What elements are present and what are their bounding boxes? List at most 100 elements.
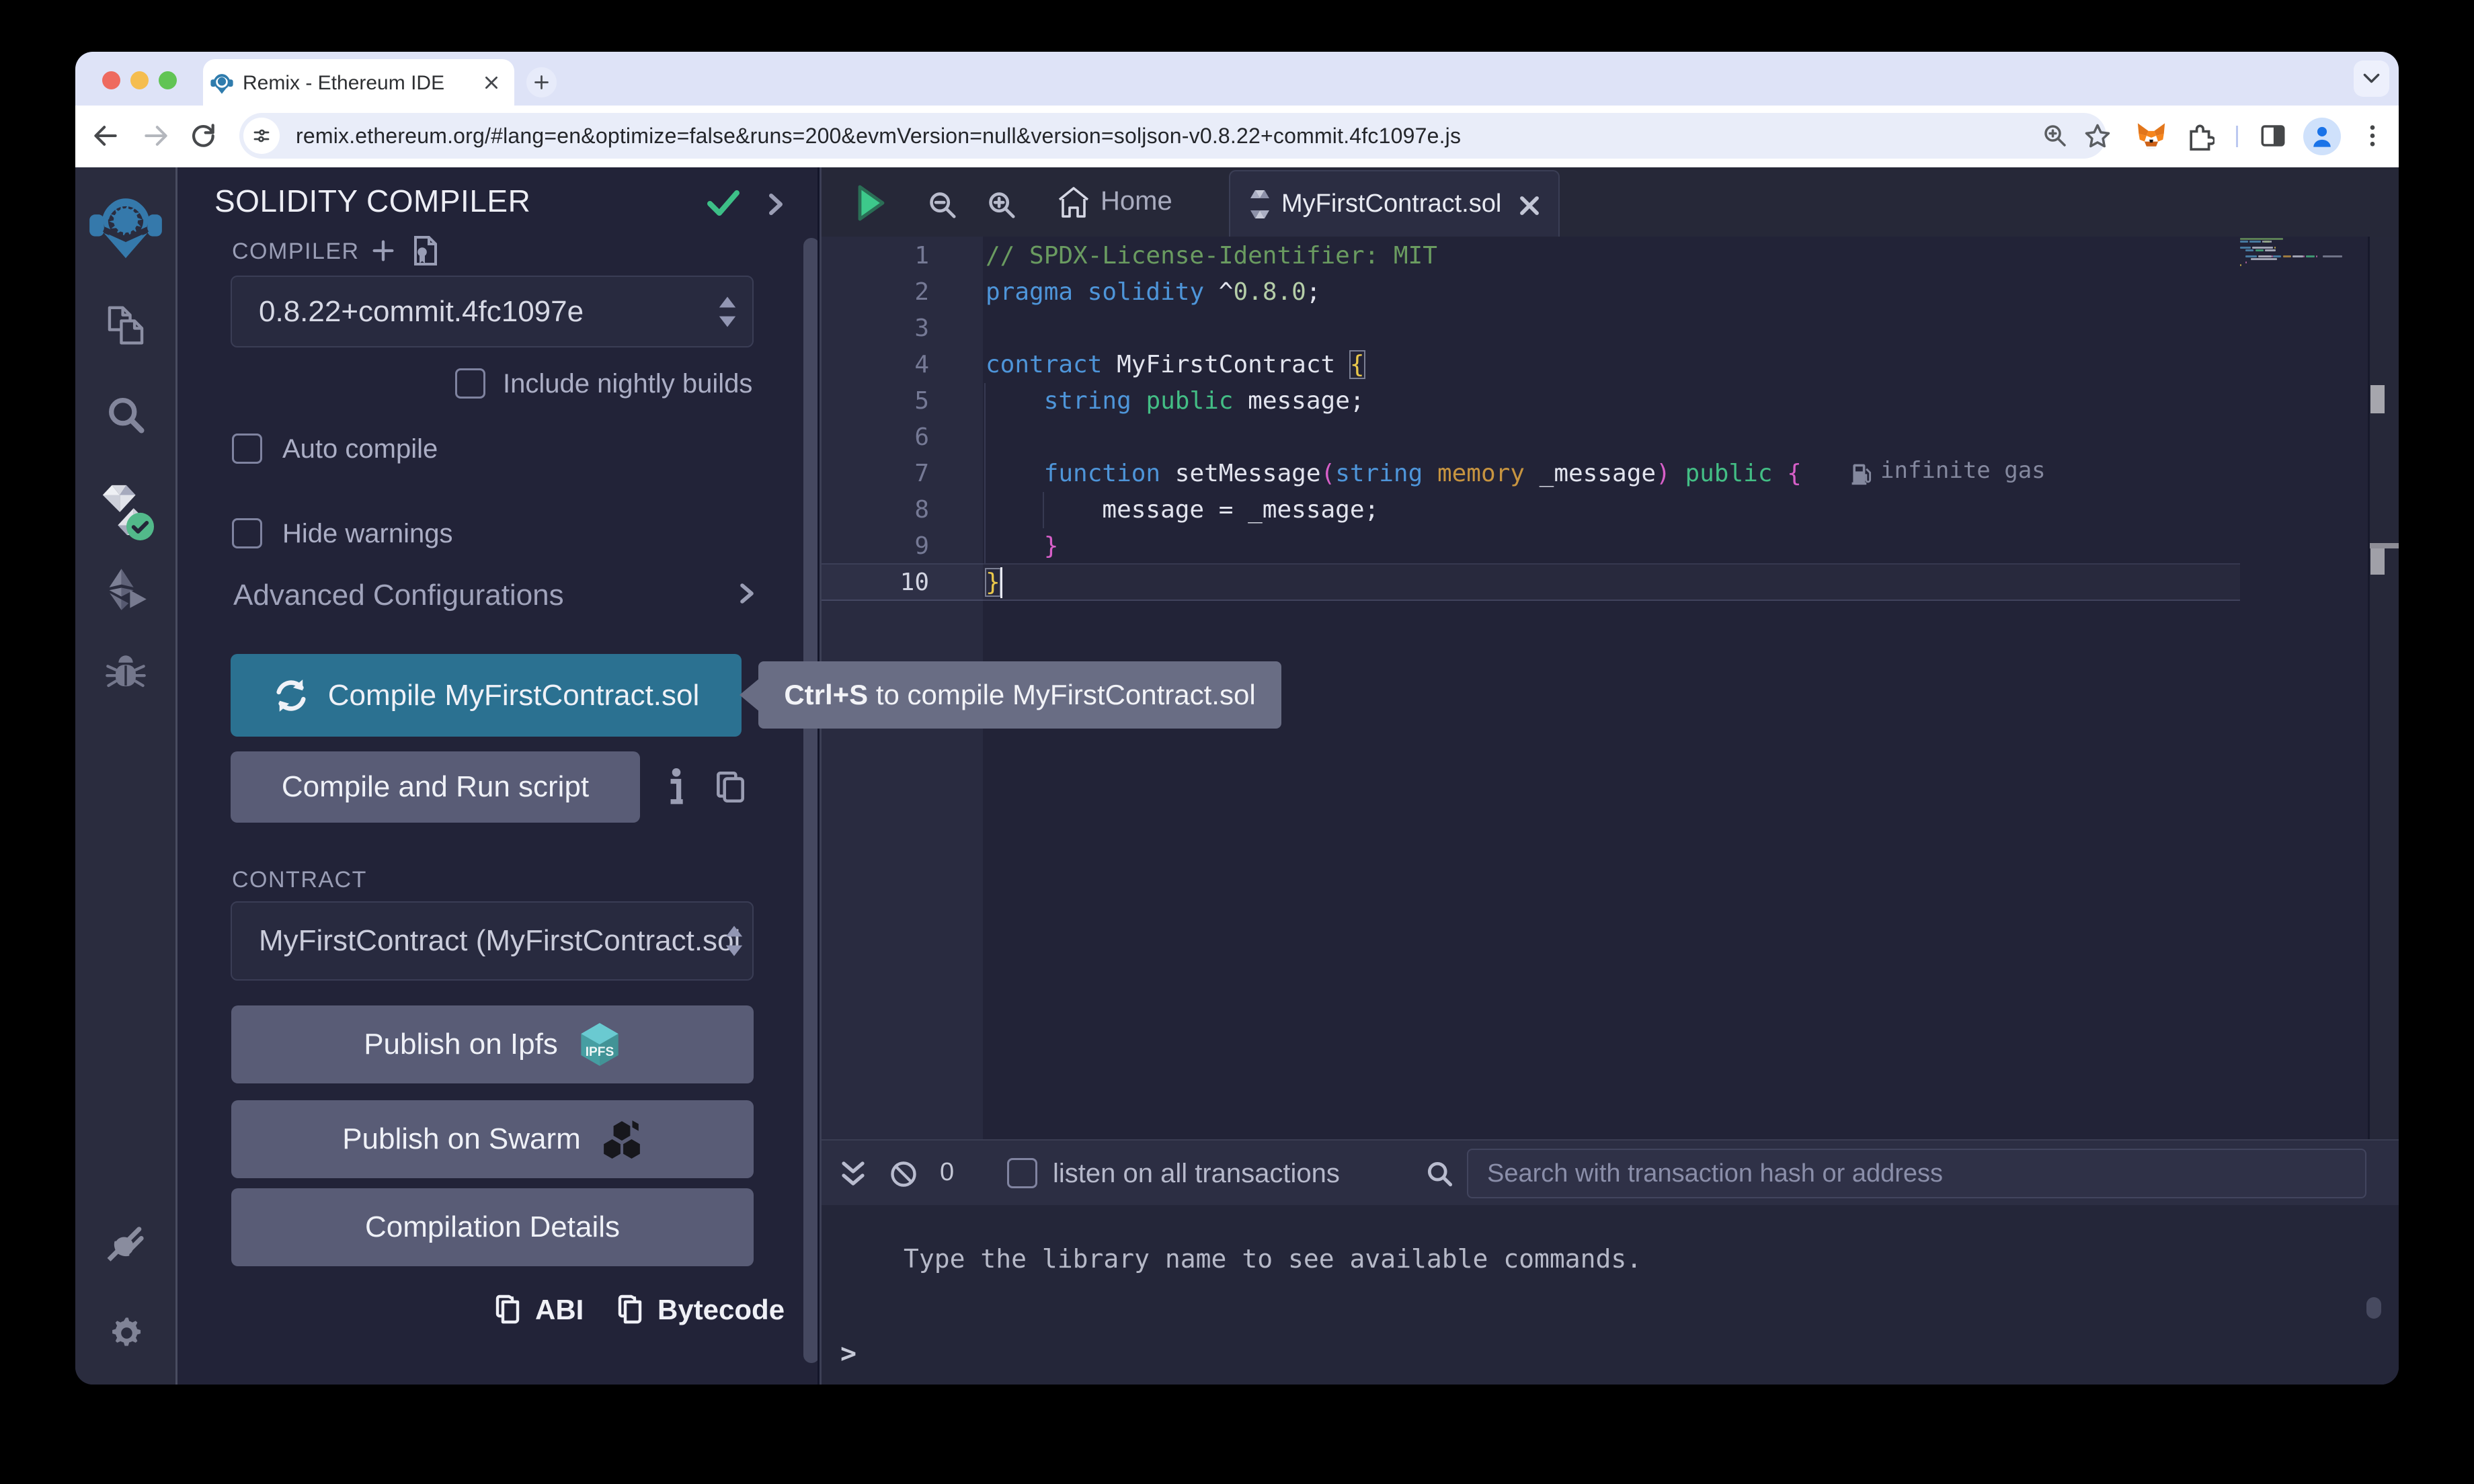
bookmark-star-icon[interactable] — [2083, 121, 2112, 151]
copy-script-icon[interactable] — [713, 769, 747, 805]
code-line-10[interactable]: 10} — [822, 565, 2368, 601]
code-line-5[interactable]: 5 string public message; — [822, 383, 2368, 419]
extensions-puzzle-icon[interactable] — [2185, 121, 2214, 151]
minimap[interactable] — [2240, 237, 2365, 438]
browser-window: Remix - Ethereum IDE — [75, 52, 2399, 1385]
copy-abi-icon[interactable] — [492, 1292, 523, 1327]
sidebar-item-solidity-compiler[interactable] — [75, 481, 175, 541]
side-panel-icon[interactable] — [2259, 122, 2287, 150]
sidebar-item-settings[interactable] — [75, 1311, 175, 1353]
listen-transactions-label: listen on all transactions — [1053, 1159, 1340, 1189]
traffic-light-close[interactable] — [102, 71, 120, 89]
compile-success-check-icon — [706, 188, 741, 218]
publish-swarm-button[interactable]: Publish on Swarm — [231, 1100, 754, 1178]
code-line-2[interactable]: 2pragma solidity ^0.8.0; — [822, 274, 2368, 311]
browser-tab-title: Remix - Ethereum IDE — [243, 72, 444, 95]
back-icon[interactable] — [91, 121, 120, 151]
terminal-scrollbar[interactable] — [2366, 1297, 2381, 1319]
code-line-6[interactable]: 6 — [822, 419, 2368, 456]
advanced-chevron-icon[interactable] — [739, 583, 755, 604]
zoom-in-icon[interactable] — [986, 190, 1017, 220]
profile-avatar[interactable] — [2303, 118, 2341, 155]
minimap-line-segment — [2274, 247, 2276, 249]
code-line-4[interactable]: 4contract MyFirstContract { — [822, 347, 2368, 383]
listen-transactions-checkbox[interactable] — [1007, 1158, 1037, 1188]
reload-icon[interactable] — [188, 121, 218, 151]
plus-icon — [532, 73, 551, 91]
tab-search-button[interactable] — [2354, 60, 2389, 97]
expand-terminal-icon[interactable] — [840, 1159, 867, 1189]
code-line-9[interactable]: 9 } — [822, 528, 2368, 565]
zoom-out-icon[interactable] — [927, 190, 958, 220]
remix-logo[interactable] — [75, 183, 175, 261]
compiler-version-select[interactable]: 0.8.22+commit.4fc1097e — [231, 276, 754, 347]
panel-chevron-right-icon[interactable] — [767, 193, 785, 216]
minimap-line-segment — [2251, 258, 2277, 260]
line-content: contract MyFirstContract { — [986, 347, 1365, 383]
indent-guide — [984, 383, 986, 565]
select-arrows-icon — [724, 923, 744, 958]
code-line-8[interactable]: 8 message = _message; — [822, 492, 2368, 528]
select-arrows-icon — [717, 294, 737, 329]
terminal-search-input[interactable]: Search with transaction hash or address — [1467, 1149, 2366, 1198]
tab-myfirstcontract[interactable]: MyFirstContract.sol — [1229, 170, 1560, 237]
auto-compile-label: Auto compile — [282, 434, 438, 464]
remix-app: SOLIDITY COMPILER COMPILER 0.8.2 — [75, 167, 2399, 1385]
minimap-line-segment — [2292, 255, 2303, 257]
browser-menu-icon[interactable] — [2358, 122, 2387, 150]
sidebar-item-debugger[interactable] — [75, 653, 175, 696]
code-line-1[interactable]: 1// SPDX-License-Identifier: MIT — [822, 238, 2368, 274]
browser-tab[interactable]: Remix - Ethereum IDE — [203, 59, 514, 106]
editor-cursor — [1000, 567, 1002, 598]
editor-toolbar: Home MyFirstContract.sol — [822, 167, 2399, 237]
tab-file-label: MyFirstContract.sol — [1281, 190, 1501, 218]
compiler-section-label: COMPILER — [232, 239, 360, 265]
code-line-7[interactable]: 7 function setMessage(string memory _mes… — [822, 456, 2368, 492]
auto-compile-checkbox[interactable] — [232, 434, 262, 464]
sidebar-item-file-explorer[interactable] — [75, 302, 175, 349]
zoom-icon[interactable] — [2041, 122, 2069, 150]
sidebar-item-deploy-and-run[interactable] — [75, 567, 175, 612]
compiler-license-icon[interactable] — [409, 233, 442, 268]
copy-bytecode-label[interactable]: Bytecode — [657, 1294, 785, 1326]
editor-overview-ruler[interactable] — [2370, 237, 2399, 1139]
minimap-line-segment — [2245, 261, 2247, 263]
line-content: pragma solidity ^0.8.0; — [986, 274, 1321, 311]
contract-select[interactable]: MyFirstContract (MyFirstContract.sol — [231, 901, 754, 981]
sidebar-item-search[interactable] — [75, 393, 175, 436]
clear-console-icon[interactable] — [889, 1159, 918, 1189]
contract-section-label: CONTRACT — [232, 867, 367, 893]
sidebar-item-plugin-manager[interactable] — [75, 1223, 175, 1267]
minimap-line-segment — [2270, 241, 2272, 243]
publish-ipfs-label: Publish on Ipfs — [364, 1028, 558, 1061]
traffic-light-minimize[interactable] — [130, 71, 149, 89]
terminal-prompt: > — [840, 1338, 856, 1369]
browser-tabstrip: Remix - Ethereum IDE — [75, 52, 2399, 106]
site-info-button[interactable] — [243, 118, 280, 154]
new-tab-button[interactable] — [526, 67, 557, 97]
compilation-details-button[interactable]: Compilation Details — [231, 1188, 754, 1266]
terminal-output[interactable]: Type the library name to see available c… — [822, 1205, 2399, 1385]
run-script-play-icon[interactable] — [856, 184, 885, 222]
gas-annotation-label: infinite gas — [1880, 457, 2046, 484]
hide-warnings-label: Hide warnings — [282, 519, 452, 549]
publish-ipfs-button[interactable]: Publish on Ipfs IPFS — [231, 1005, 754, 1083]
compile-and-run-button[interactable]: Compile and Run script — [231, 751, 640, 823]
address-bar[interactable]: remix.ethereum.org/#lang=en&optimize=fal… — [239, 113, 2106, 159]
copy-abi-label[interactable]: ABI — [535, 1294, 584, 1326]
metamask-icon[interactable] — [2136, 121, 2167, 151]
compilation-details-label: Compilation Details — [365, 1210, 620, 1244]
hide-warnings-checkbox[interactable] — [232, 518, 262, 548]
tab-file-close-icon[interactable] — [1517, 193, 1542, 218]
add-compiler-icon[interactable] — [370, 237, 397, 264]
forward-icon[interactable] — [141, 121, 171, 151]
tab-close-icon[interactable] — [483, 74, 500, 91]
info-icon[interactable] — [666, 768, 686, 807]
copy-bytecode-icon[interactable] — [614, 1292, 645, 1327]
nightly-builds-checkbox[interactable] — [455, 368, 485, 399]
minimap-line-segment — [2283, 255, 2291, 257]
compile-button[interactable]: Compile MyFirstContract.sol — [231, 654, 742, 737]
advanced-config-label[interactable]: Advanced Configurations — [233, 579, 564, 612]
traffic-light-zoom[interactable] — [159, 71, 177, 89]
code-line-3[interactable]: 3 — [822, 311, 2368, 347]
